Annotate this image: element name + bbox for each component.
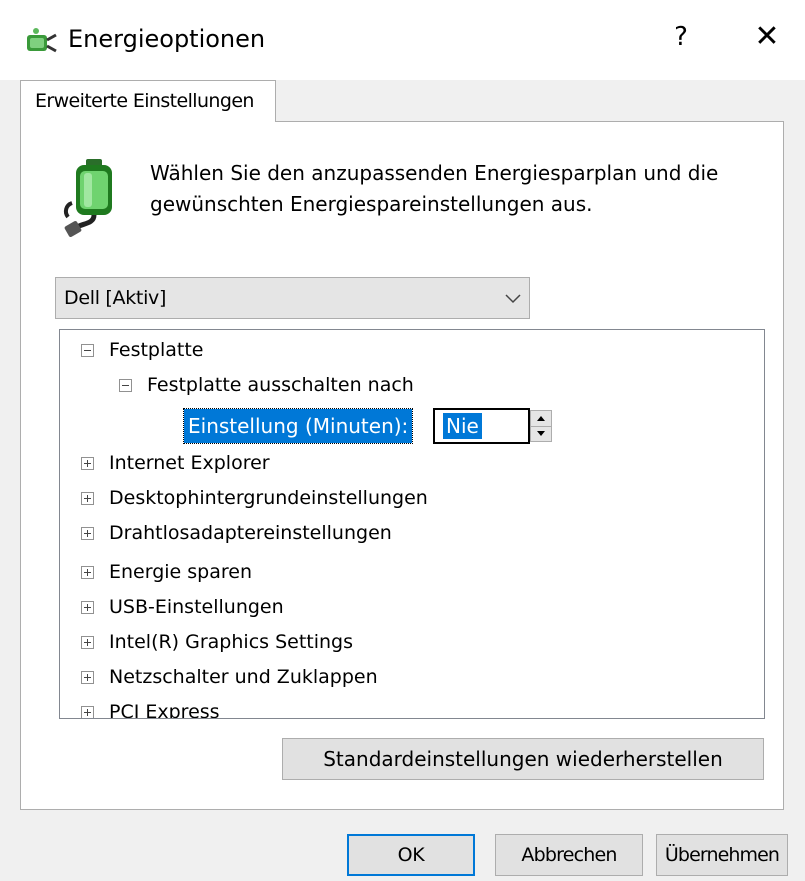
tab-advanced-settings[interactable]: Erweiterte Einstellungen [20, 80, 276, 122]
setting-label: Einstellung (Minuten): [182, 408, 414, 444]
power-options-icon [27, 28, 57, 53]
battery-plug-icon [63, 159, 112, 237]
expand-icon[interactable] [81, 706, 94, 718]
close-button[interactable]: ✕ [752, 20, 782, 54]
collapse-icon[interactable] [119, 379, 132, 392]
expand-icon[interactable] [81, 601, 94, 614]
intro-text: Wählen Sie den anzupassenden Energiespar… [150, 161, 719, 216]
window-title: Energieoptionen [68, 25, 266, 53]
cancel-button[interactable]: Abbrechen [495, 834, 643, 876]
minutes-spinner[interactable] [530, 410, 552, 442]
spin-up-icon[interactable] [531, 411, 551, 427]
tab-label: Erweiterte Einstellungen [35, 90, 254, 112]
ok-button[interactable]: OK [347, 834, 475, 876]
restore-defaults-button[interactable]: Standardeinstellungen wiederherstellen [282, 738, 764, 780]
expand-icon[interactable] [81, 636, 94, 649]
expand-icon[interactable] [81, 671, 94, 684]
apply-button[interactable]: Übernehmen [656, 834, 788, 876]
expand-icon[interactable] [81, 457, 94, 470]
spin-down-icon[interactable] [531, 426, 551, 441]
collapse-icon[interactable] [81, 344, 94, 357]
expand-icon[interactable] [81, 527, 94, 540]
minutes-value: Nie [443, 413, 482, 439]
expand-icon[interactable] [81, 492, 94, 505]
chevron-down-icon [505, 294, 521, 304]
power-plan-select[interactable]: Dell [Aktiv] [55, 277, 530, 319]
minutes-input[interactable]: Nie [433, 408, 530, 444]
help-button[interactable]: ? [668, 22, 694, 52]
title-bar: Energieoptionen ? ✕ [0, 0, 805, 80]
power-plan-value: Dell [Aktiv] [64, 287, 167, 309]
expand-icon[interactable] [81, 566, 94, 579]
settings-tree[interactable]: Festplatte Festplatte ausschalten nach E… [59, 329, 765, 719]
